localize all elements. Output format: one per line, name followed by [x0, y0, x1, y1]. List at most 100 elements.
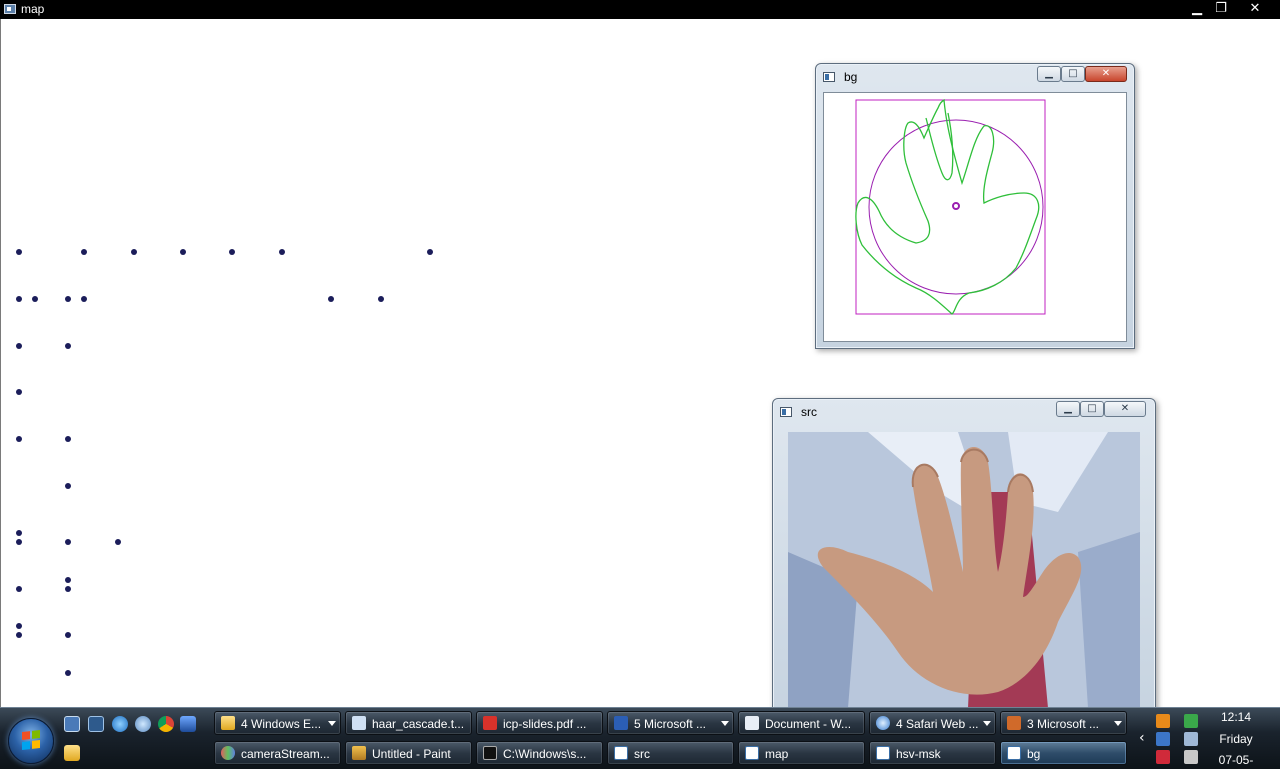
- taskbar-item[interactable]: 5 Microsoft ...: [607, 711, 734, 735]
- taskbar-item[interactable]: C:\Windows\s...: [476, 741, 603, 765]
- taskbar: 4 Windows E... haar_cascade.t... icp-sli…: [0, 707, 1280, 781]
- window-icon: [823, 72, 835, 82]
- map-point: [65, 343, 71, 349]
- chevron-down-icon: [1114, 721, 1122, 726]
- minimize-button[interactable]: ▁: [1056, 401, 1080, 417]
- taskbar-item[interactable]: icp-slides.pdf ...: [476, 711, 603, 735]
- desktop-icon[interactable]: [64, 716, 80, 732]
- network-icon[interactable]: [1156, 732, 1170, 746]
- hand-contour: [855, 98, 1040, 315]
- map-point: [16, 389, 22, 395]
- map-point: [16, 586, 22, 592]
- center-point: [952, 202, 960, 210]
- close-button[interactable]: ✕: [1243, 0, 1267, 18]
- window-icon: [780, 407, 792, 417]
- display-icon[interactable]: [1184, 732, 1198, 746]
- map-point: [328, 296, 334, 302]
- word-icon: [614, 716, 628, 730]
- clock-day[interactable]: Friday: [1206, 732, 1266, 746]
- bg-window-title: bg: [844, 70, 858, 84]
- hand-photo: [788, 432, 1140, 708]
- map-point: [229, 249, 235, 255]
- notepad-icon: [352, 716, 366, 730]
- taskbar-item-label: 5 Microsoft ...: [634, 717, 707, 731]
- bg-image-area: [823, 92, 1127, 342]
- enclosing-circle: [868, 119, 1044, 295]
- map-point: [16, 632, 22, 638]
- taskbar-item-active[interactable]: bg: [1000, 741, 1127, 765]
- app-icon[interactable]: [180, 716, 196, 732]
- bg-window[interactable]: bg ▁ □ ✕: [815, 63, 1135, 349]
- taskbar-item[interactable]: 4 Safari Web ...: [869, 711, 996, 735]
- taskbar-item[interactable]: hsv-msk: [869, 741, 996, 765]
- chevron-down-icon: [983, 721, 991, 726]
- wordpad-icon: [745, 716, 759, 730]
- chevron-down-icon: [721, 721, 729, 726]
- taskbar-item-label: 4 Windows E...: [241, 717, 322, 731]
- map-point: [65, 577, 71, 583]
- map-point: [16, 296, 22, 302]
- taskbar-item-label: src: [634, 747, 650, 761]
- map-point: [16, 436, 22, 442]
- map-point: [131, 249, 137, 255]
- folder-icon: [221, 716, 235, 730]
- taskbar-item-label: Untitled - Paint: [372, 747, 451, 761]
- safari-icon: [876, 716, 890, 730]
- internet-explorer-icon[interactable]: [112, 716, 128, 732]
- clock-time[interactable]: 12:14: [1206, 710, 1266, 724]
- app-tray-icon[interactable]: [1156, 750, 1170, 764]
- taskbar-item[interactable]: src: [607, 741, 734, 765]
- taskbar-item[interactable]: 3 Microsoft ...: [1000, 711, 1127, 735]
- maximize-button[interactable]: □: [1061, 66, 1085, 82]
- map-point: [378, 296, 384, 302]
- window-switch-icon[interactable]: [88, 716, 104, 732]
- taskbar-item-label: Document - W...: [765, 717, 852, 731]
- map-point: [16, 249, 22, 255]
- taskbar-item[interactable]: haar_cascade.t...: [345, 711, 472, 735]
- map-point: [65, 670, 71, 676]
- power-icon[interactable]: [1184, 714, 1198, 728]
- volume-muted-icon[interactable]: [1184, 750, 1198, 764]
- map-point: [65, 296, 71, 302]
- map-point: [279, 249, 285, 255]
- chrome-icon[interactable]: [158, 716, 174, 732]
- folder-icon[interactable]: [64, 745, 80, 761]
- maximize-button[interactable]: □: [1080, 401, 1104, 417]
- src-window-title: src: [801, 405, 817, 419]
- taskbar-item[interactable]: Document - W...: [738, 711, 865, 735]
- globe-icon[interactable]: [135, 716, 151, 732]
- chevron-down-icon: [328, 721, 336, 726]
- close-button[interactable]: ✕: [1104, 401, 1146, 417]
- taskbar-item[interactable]: map: [738, 741, 865, 765]
- map-point: [16, 539, 22, 545]
- map-point: [65, 586, 71, 592]
- start-button[interactable]: [8, 718, 54, 764]
- map-point: [16, 530, 22, 536]
- window-icon: [876, 746, 890, 760]
- window-icon: [1007, 746, 1021, 760]
- taskbar-item-label: cameraStream...: [241, 747, 330, 761]
- close-button[interactable]: ✕: [1085, 66, 1127, 82]
- taskbar-item[interactable]: 4 Windows E...: [214, 711, 341, 735]
- hand-contour-image: [855, 98, 1046, 315]
- window-icon: [614, 746, 628, 760]
- window-icon: [4, 4, 16, 14]
- map-point: [65, 483, 71, 489]
- minimize-button[interactable]: ▁: [1185, 0, 1209, 18]
- map-point: [16, 343, 22, 349]
- minimize-button[interactable]: ▁: [1037, 66, 1061, 82]
- map-title-bar[interactable]: map ▁ ❐ ✕: [0, 0, 1280, 19]
- map-point: [65, 539, 71, 545]
- restore-button[interactable]: ❐: [1209, 0, 1233, 18]
- map-point: [32, 296, 38, 302]
- map-point: [65, 436, 71, 442]
- java-icon[interactable]: [1156, 714, 1170, 728]
- taskbar-item[interactable]: cameraStream...: [214, 741, 341, 765]
- show-hidden-icons-button[interactable]: ‹: [1139, 730, 1145, 746]
- pdf-icon: [483, 716, 497, 730]
- map-point: [427, 249, 433, 255]
- taskbar-item[interactable]: Untitled - Paint: [345, 741, 472, 765]
- webcam-image: [788, 432, 1140, 708]
- clock-date[interactable]: 07-05-2010: [1206, 753, 1266, 781]
- taskbar-item-label: map: [765, 747, 789, 761]
